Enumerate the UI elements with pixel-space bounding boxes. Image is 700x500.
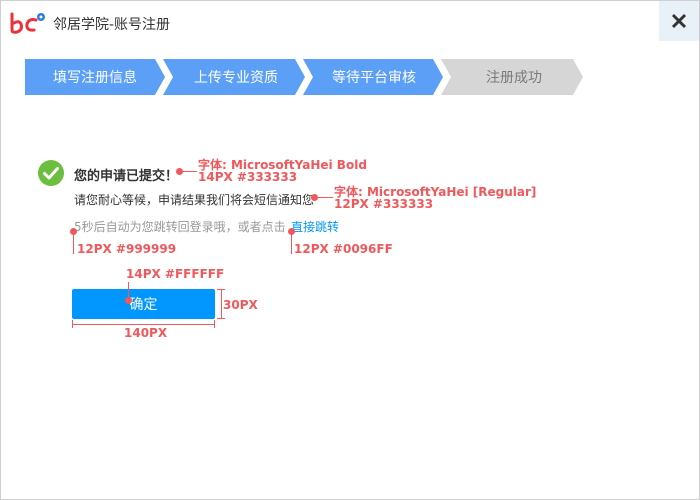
headline-spec-anno: 14PX #333333	[198, 170, 298, 184]
countdown-anno-line	[73, 232, 74, 254]
step-1: 填写注册信息	[25, 59, 165, 95]
logo-icon	[10, 12, 45, 34]
notice-text: 请您耐心等候，申请结果我们将会短信通知您	[74, 193, 315, 207]
link-spec-anno: 12PX #0096FF	[294, 242, 393, 256]
button-text-anno-dot	[125, 297, 132, 304]
button-width-cap-right	[214, 320, 215, 328]
check-circle-icon	[38, 160, 64, 186]
step-2: 上传专业资质	[171, 59, 301, 95]
button-text-spec-anno: 14PX #FFFFFF	[126, 267, 225, 281]
close-icon	[671, 13, 687, 29]
title-bar: 邻居学院-账号注册	[1, 1, 699, 43]
redirect-link[interactable]: 直接跳转	[291, 218, 339, 235]
step-1-label: 填写注册信息	[53, 70, 137, 86]
countdown-text: 5秒后自动为您跳转回登录哦，或者点击	[74, 220, 286, 234]
step-3-label: 等待平台审核	[332, 70, 416, 86]
step-4: 注册成功	[449, 59, 579, 95]
window-title: 邻居学院-账号注册	[53, 17, 171, 33]
step-4-label: 注册成功	[486, 70, 542, 86]
registration-window: 邻居学院-账号注册 填写注册信息 上传专业资质 等待平台审核 注册成功 您的申请…	[0, 0, 700, 500]
link-anno-line	[291, 232, 292, 254]
button-width-marker	[72, 324, 215, 325]
button-height-cap-top	[217, 289, 225, 290]
button-height-marker	[221, 289, 222, 319]
button-height-anno: 30PX	[223, 298, 258, 312]
step-2-label: 上传专业资质	[194, 70, 278, 86]
close-button[interactable]	[659, 1, 699, 41]
button-height-cap-bottom	[217, 318, 225, 319]
confirm-button-label: 确定	[129, 297, 158, 313]
confirm-button[interactable]: 确定	[72, 289, 215, 319]
button-width-cap-left	[72, 320, 73, 328]
countdown-spec-anno: 12PX #999999	[77, 242, 177, 256]
headline-anno-line	[181, 171, 197, 172]
step-3: 等待平台审核	[309, 59, 439, 95]
body-anno-line	[316, 197, 333, 198]
success-headline: 您的申请已提交！	[74, 169, 179, 184]
body-spec-anno: 12PX #333333	[334, 197, 434, 211]
button-width-anno: 140PX	[124, 326, 168, 340]
